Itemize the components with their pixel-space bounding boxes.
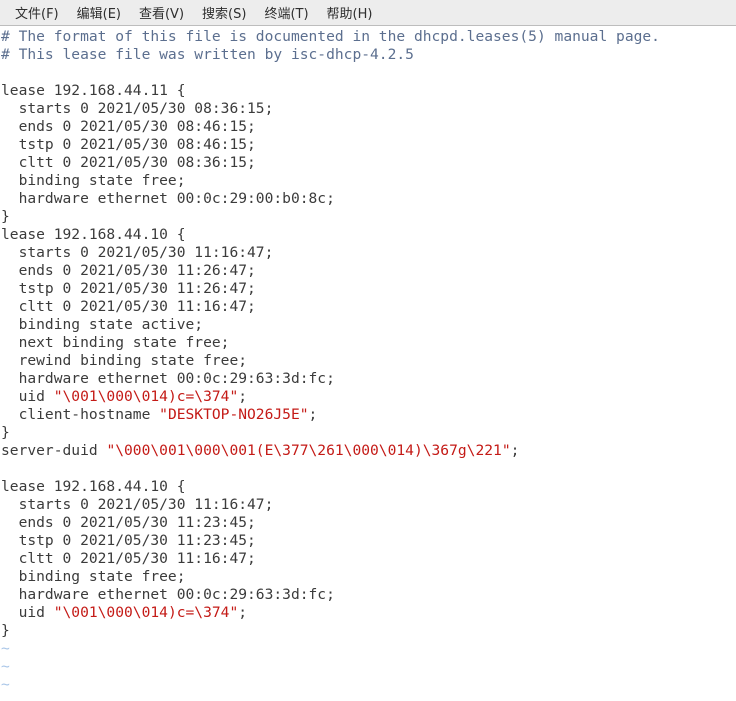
editor-code-line: } bbox=[1, 208, 10, 225]
menu-bar: 文件(F) 编辑(E) 查看(V) 搜索(S) 终端(T) 帮助(H) bbox=[0, 0, 736, 26]
code-keyword: client-hostname bbox=[1, 406, 160, 423]
editor-code-line: hardware ethernet 00:0c:29:00:b0:8c; bbox=[1, 190, 335, 207]
code-terminator: ; bbox=[238, 604, 248, 621]
editor-code-line: lease 192.168.44.11 { bbox=[1, 82, 186, 99]
menu-file[interactable]: 文件(F) bbox=[6, 1, 68, 24]
editor-code-line: cltt 0 2021/05/30 11:16:47; bbox=[1, 298, 256, 315]
editor-code-line: ends 0 2021/05/30 11:26:47; bbox=[1, 262, 256, 279]
editor-code-line: tstp 0 2021/05/30 08:46:15; bbox=[1, 136, 256, 153]
editor-code-line: cltt 0 2021/05/30 08:36:15; bbox=[1, 154, 256, 171]
terminal-text-area[interactable]: # The format of this file is documented … bbox=[0, 26, 736, 701]
editor-empty-line-marker: ~ bbox=[1, 658, 10, 675]
editor-blank-line bbox=[0, 460, 736, 478]
code-keyword: server-duid bbox=[1, 442, 107, 459]
editor-blank-line bbox=[0, 64, 736, 82]
editor-empty-line-marker: ~ bbox=[0, 694, 736, 701]
menu-search[interactable]: 搜索(S) bbox=[193, 1, 255, 24]
editor-code-line: uid "\001\000\014)c=\374"; bbox=[0, 388, 736, 406]
menu-help[interactable]: 帮助(H) bbox=[318, 1, 382, 24]
editor-code-line: starts 0 2021/05/30 11:16:47; bbox=[1, 496, 274, 513]
code-string-literal: "\001\000\014)c=\374" bbox=[53, 604, 239, 621]
menu-edit[interactable]: 编辑(E) bbox=[68, 1, 130, 24]
editor-code-line: tstp 0 2021/05/30 11:26:47; bbox=[1, 280, 256, 297]
menu-terminal[interactable]: 终端(T) bbox=[255, 1, 317, 24]
editor-code-line: starts 0 2021/05/30 08:36:15; bbox=[1, 100, 274, 117]
editor-code-line: lease 192.168.44.10 { bbox=[1, 226, 186, 243]
editor-code-line: starts 0 2021/05/30 11:16:47; bbox=[1, 244, 274, 261]
code-terminator: ; bbox=[510, 442, 520, 459]
editor-code-line: binding state free; bbox=[1, 568, 186, 585]
code-terminator: ; bbox=[238, 388, 248, 405]
editor-comment-line: # The format of this file is documented … bbox=[1, 28, 660, 45]
editor-code-line: } bbox=[1, 622, 10, 639]
code-keyword: uid bbox=[1, 604, 54, 621]
editor-comment-line: # This lease file was written by isc-dhc… bbox=[1, 46, 414, 63]
editor-code-line: hardware ethernet 00:0c:29:63:3d:fc; bbox=[1, 370, 335, 387]
editor-code-line: rewind binding state free; bbox=[1, 352, 248, 369]
editor-code-line: binding state active; bbox=[1, 316, 204, 333]
editor-code-line: server-duid "\000\001\000\001(E\377\261\… bbox=[0, 442, 736, 460]
editor-code-line: hardware ethernet 00:0c:29:63:3d:fc; bbox=[1, 586, 335, 603]
code-string-literal: "\001\000\014)c=\374" bbox=[53, 388, 239, 405]
editor-code-line: tstp 0 2021/05/30 11:23:45; bbox=[1, 532, 256, 549]
editor-code-line: } bbox=[1, 424, 10, 441]
code-keyword: uid bbox=[1, 388, 54, 405]
menu-view[interactable]: 查看(V) bbox=[130, 1, 193, 24]
editor-empty-line-marker: ~ bbox=[1, 676, 10, 693]
code-string-literal: "\000\001\000\001(E\377\261\000\014)\367… bbox=[106, 442, 511, 459]
editor-code-line: client-hostname "DESKTOP-NO26J5E"; bbox=[0, 406, 736, 424]
editor-code-line: binding state free; bbox=[1, 172, 186, 189]
editor-code-line: ends 0 2021/05/30 08:46:15; bbox=[1, 118, 256, 135]
editor-code-line: cltt 0 2021/05/30 11:16:47; bbox=[1, 550, 256, 567]
editor-code-line: lease 192.168.44.10 { bbox=[1, 478, 186, 495]
code-string-literal: "DESKTOP-NO26J5E" bbox=[159, 406, 309, 423]
editor-empty-line-marker: ~ bbox=[1, 640, 10, 657]
editor-code-line: next binding state free; bbox=[1, 334, 230, 351]
code-terminator: ; bbox=[308, 406, 318, 423]
editor-code-line: ends 0 2021/05/30 11:23:45; bbox=[1, 514, 256, 531]
editor-code-line: uid "\001\000\014)c=\374"; bbox=[0, 604, 736, 622]
